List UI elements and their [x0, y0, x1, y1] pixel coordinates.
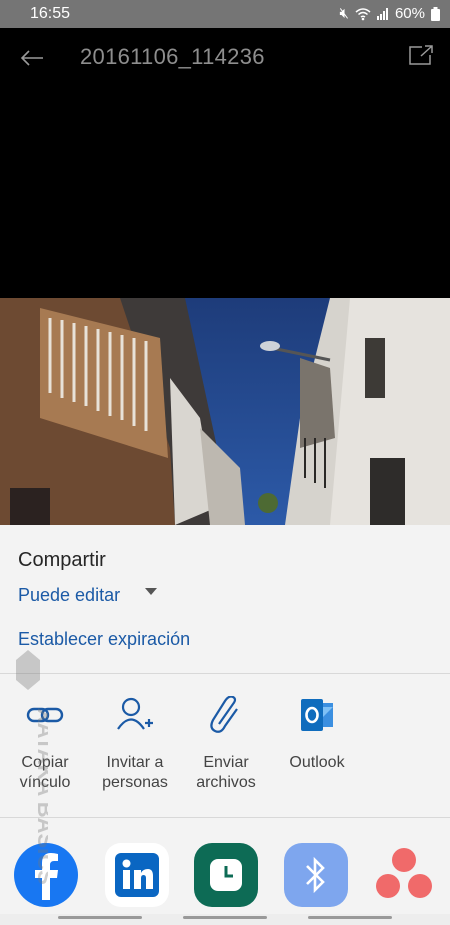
send-files-label-2: archivos [196, 774, 256, 791]
add-person-icon [90, 695, 180, 735]
invite-label-2: personas [102, 774, 168, 791]
dropdown-arrow-icon[interactable] [145, 588, 157, 595]
watermark: XATAKA BASICS [8, 650, 58, 910]
outlook-label: Outlook [289, 754, 345, 771]
divider [0, 817, 450, 818]
nav-handle[interactable] [58, 916, 142, 919]
back-arrow-icon[interactable] [16, 42, 48, 74]
watermark-text: XATAKA BASICS [33, 708, 48, 885]
signal-icon [376, 7, 388, 20]
clock-app-icon[interactable] [194, 843, 258, 907]
status-icons: 🔇︎ 60% [340, 5, 440, 22]
invite-people-button[interactable]: Invitar a personas [90, 695, 180, 793]
asana-icon[interactable] [372, 843, 436, 907]
photo-image[interactable] [0, 298, 450, 525]
app-row [0, 843, 450, 913]
divider [0, 673, 450, 674]
nav-handle[interactable] [308, 916, 392, 919]
photo-viewer: 20161106_114236 [0, 28, 450, 525]
viewer-toolbar: 20161106_114236 [0, 28, 450, 88]
set-expiration-link[interactable]: Establecer expiración [18, 629, 190, 650]
bluetooth-icon[interactable] [284, 843, 348, 907]
invite-label-1: Invitar a [106, 754, 164, 771]
mute-icon: 🔇︎ [339, 5, 349, 22]
outlook-button[interactable]: Outlook [272, 695, 362, 773]
send-files-button[interactable]: Enviar archivos [181, 695, 271, 793]
outlook-icon [272, 695, 362, 735]
linkedin-icon[interactable] [105, 843, 169, 907]
file-title: 20161106_114236 [80, 44, 265, 69]
share-sheet: Compartir Puede editar Establecer expira… [0, 525, 450, 925]
status-time: 16:55 [30, 5, 71, 22]
status-bar: 16:55 🔇︎ 60% [0, 0, 450, 28]
wifi-icon [355, 7, 371, 20]
paperclip-icon [181, 695, 271, 735]
permission-dropdown[interactable]: Puede editar [18, 585, 120, 606]
open-external-icon[interactable] [408, 44, 436, 72]
battery-percent: 60% [394, 5, 425, 22]
nav-handle[interactable] [183, 916, 267, 919]
send-files-label-1: Enviar [203, 754, 249, 771]
battery-icon [431, 6, 440, 21]
share-title: Compartir [18, 549, 106, 571]
navigation-bar [0, 914, 450, 925]
